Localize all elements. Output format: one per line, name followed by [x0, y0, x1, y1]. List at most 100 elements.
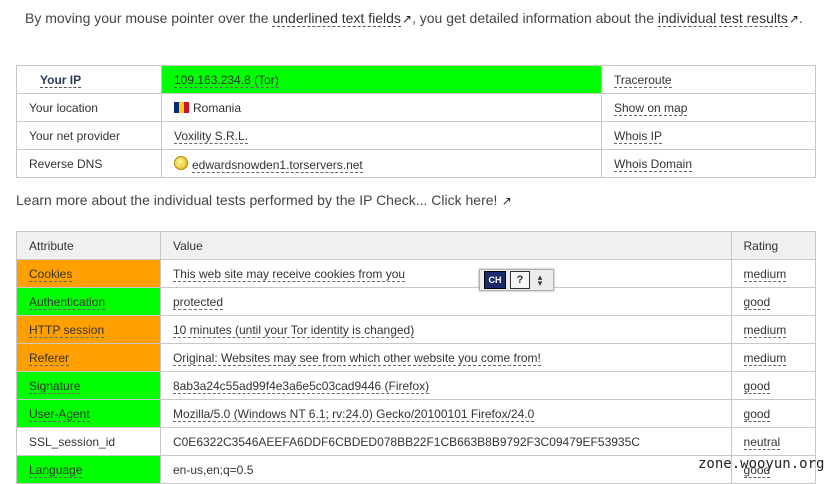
- traceroute-link[interactable]: Traceroute: [614, 72, 672, 88]
- attribute-value[interactable]: 8ab3a24c55ad99f4e3a6e5c03cad9446 (Firefo…: [172, 378, 430, 394]
- intro-part2: , you get detailed information about the: [411, 10, 655, 26]
- whois-ip-cell: Whois IP: [601, 121, 816, 150]
- value-cell: C0E6322C3546AEEFA6DDF6CBDED078BB22F1CB66…: [159, 427, 732, 456]
- rating-cell: medium: [730, 315, 817, 344]
- attribute-value[interactable]: This web site may receive cookies from y…: [172, 266, 406, 282]
- whois-domain-cell: Whois Domain: [601, 149, 816, 178]
- attribute-name: SSL_session_id: [29, 434, 116, 449]
- rating-value[interactable]: good: [743, 406, 771, 422]
- value-cell: Mozilla/5.0 (Windows NT 6.1; rv:24.0) Ge…: [159, 399, 732, 428]
- ime-toolbar[interactable]: CH ? ▴ ▾: [479, 269, 554, 291]
- rating-value[interactable]: medium: [743, 322, 787, 338]
- attribute-cell: User-Agent: [16, 399, 161, 428]
- rating-cell: medium: [730, 343, 817, 372]
- show-on-map-link[interactable]: Show on map: [614, 100, 688, 116]
- ime-mode-button[interactable]: CH: [484, 271, 506, 289]
- attribute-value[interactable]: 10 minutes (until your Tor identity is c…: [172, 322, 415, 338]
- show-on-map-cell: Show on map: [601, 93, 816, 122]
- intro-part1: By moving your mouse pointer over the: [25, 10, 269, 26]
- attribute-value[interactable]: Mozilla/5.0 (Windows NT 6.1; rv:24.0) Ge…: [172, 406, 535, 422]
- table-row: Language en-us,en;q=0.5 good: [16, 455, 817, 484]
- attribute-name[interactable]: Authentication: [29, 294, 106, 310]
- intro-text: By moving your mouse pointer over the un…: [25, 10, 803, 27]
- external-link-icon: ↗: [788, 12, 799, 26]
- individual-test-results-link[interactable]: individual test results: [657, 10, 788, 27]
- whois-ip-link[interactable]: Whois IP: [614, 128, 663, 144]
- external-link-icon: ↗: [401, 12, 412, 26]
- value-cell: en-us,en;q=0.5: [159, 455, 732, 484]
- table-row: SSL_session_id C0E6322C3546AEEFA6DDF6CBD…: [16, 427, 817, 456]
- table-row: Your location Romania Show on map: [16, 93, 816, 122]
- learn-more-text[interactable]: Learn more about the individual tests pe…: [16, 192, 497, 208]
- attribute-header: Attribute: [16, 231, 161, 260]
- rating-value[interactable]: medium: [743, 350, 787, 366]
- rating-value[interactable]: medium: [743, 266, 787, 282]
- romania-flag-icon: [174, 101, 189, 113]
- underlined-text-fields-link[interactable]: underlined text fields: [272, 10, 401, 27]
- attribute-cell: HTTP session: [16, 315, 161, 344]
- ip-value[interactable]: 109.163.234.8 (Tor): [174, 72, 279, 88]
- attribute-name[interactable]: Signature: [29, 378, 81, 394]
- rating-value[interactable]: good: [743, 378, 771, 394]
- attribute-name[interactable]: Cookies: [29, 266, 73, 282]
- table-row: Cookies This web site may receive cookie…: [16, 259, 817, 288]
- value-cell: 10 minutes (until your Tor identity is c…: [159, 315, 732, 344]
- rating-header: Rating: [730, 231, 817, 260]
- location-value: Romania: [193, 100, 242, 115]
- table-row: Signature 8ab3a24c55ad99f4e3a6e5c03cad94…: [16, 371, 817, 400]
- ip-value-cell: 109.163.234.8 (Tor): [161, 65, 602, 94]
- table-row: Referer Original: Websites may see from …: [16, 343, 817, 372]
- whois-domain-link[interactable]: Whois Domain: [614, 156, 693, 172]
- attribute-value[interactable]: Original: Websites may see from which ot…: [172, 350, 541, 366]
- external-link-icon: ↗: [498, 194, 512, 208]
- table-row: HTTP session 10 minutes (until your Tor …: [16, 315, 817, 344]
- table-row: Your net provider Voxility S.R.L. Whois …: [16, 121, 816, 150]
- attribute-cell: Referer: [16, 343, 161, 372]
- help-icon[interactable]: ?: [510, 271, 530, 289]
- location-value-cell: Romania: [161, 93, 602, 122]
- intro-part3: .: [798, 10, 803, 26]
- rating-value[interactable]: neutral: [743, 434, 781, 450]
- ip-label-cell: Your IP: [16, 65, 162, 94]
- watermark: zone.wooyun.org: [698, 456, 825, 472]
- learn-more-link[interactable]: Learn more about the individual tests pe…: [16, 192, 512, 208]
- attribute-value[interactable]: protected: [172, 294, 224, 310]
- tor-onion-icon: [174, 155, 188, 170]
- reverse-dns-label: Reverse DNS: [16, 149, 162, 178]
- rating-cell: medium: [730, 259, 817, 288]
- net-provider-label: Your net provider: [16, 121, 162, 150]
- attribute-cell: SSL_session_id: [16, 427, 161, 456]
- value-cell: protected: [159, 287, 732, 316]
- net-provider-value[interactable]: Voxility S.R.L.: [174, 128, 249, 144]
- attribute-name[interactable]: Language: [29, 462, 83, 478]
- reverse-dns-value-cell: edwardsnowden1.torservers.net: [161, 149, 602, 178]
- attribute-cell: Signature: [16, 371, 161, 400]
- table-row: User-Agent Mozilla/5.0 (Windows NT 6.1; …: [16, 399, 817, 428]
- attribute-name[interactable]: Referer: [29, 350, 70, 366]
- rating-cell: good: [730, 287, 817, 316]
- reverse-dns-value[interactable]: edwardsnowden1.torservers.net: [192, 157, 363, 173]
- net-provider-value-cell: Voxility S.R.L.: [161, 121, 602, 150]
- ip-info-table: Your IP 109.163.234.8 (Tor) Traceroute Y…: [16, 65, 816, 178]
- table-row: Your IP 109.163.234.8 (Tor) Traceroute: [16, 65, 816, 94]
- value-cell: This web site may receive cookies from y…: [159, 259, 732, 288]
- attribute-table: Attribute Value Rating Cookies This web …: [16, 231, 817, 484]
- attribute-name[interactable]: User-Agent: [29, 406, 90, 422]
- rating-cell: neutral: [730, 427, 817, 456]
- value-cell: Original: Websites may see from which ot…: [159, 343, 732, 372]
- location-label: Your location: [16, 93, 162, 122]
- attribute-value: C0E6322C3546AEEFA6DDF6CBDED078BB22F1CB66…: [172, 434, 640, 449]
- rating-cell: good: [730, 371, 817, 400]
- rating-value[interactable]: good: [743, 294, 771, 310]
- attribute-cell: Language: [16, 455, 161, 484]
- table-row: Authentication protected good: [16, 287, 817, 316]
- traceroute-cell: Traceroute: [601, 65, 816, 94]
- attribute-cell: Authentication: [16, 287, 161, 316]
- table-row: Reverse DNS edwardsnowden1.torservers.ne…: [16, 149, 816, 178]
- attribute-name[interactable]: HTTP session: [29, 322, 105, 338]
- your-ip-label[interactable]: Your IP: [40, 72, 82, 88]
- chevron-down-icon[interactable]: ▴ ▾: [534, 273, 546, 288]
- rating-cell: good: [730, 399, 817, 428]
- table-header-row: Attribute Value Rating: [16, 231, 817, 260]
- attribute-value: en-us,en;q=0.5: [172, 462, 254, 477]
